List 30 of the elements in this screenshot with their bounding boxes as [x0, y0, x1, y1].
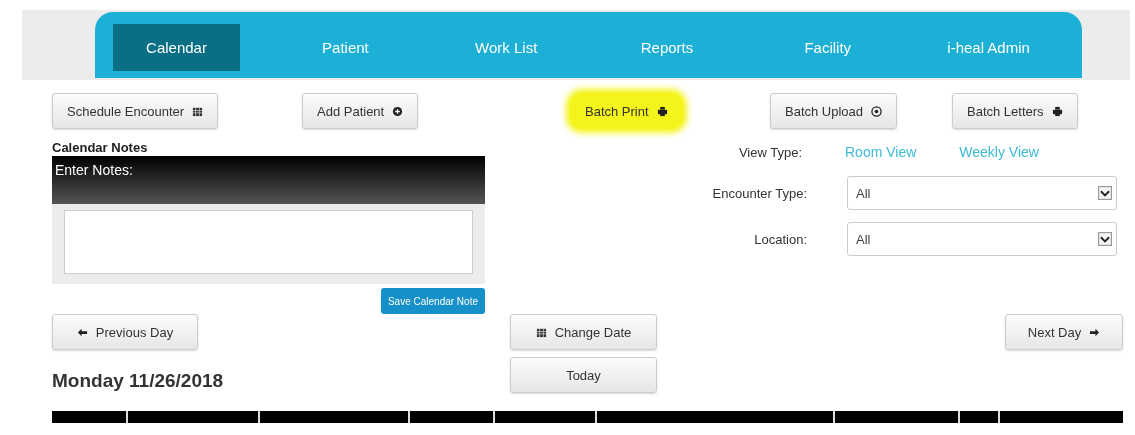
upload-icon: [871, 105, 883, 117]
arrow-left-icon: [76, 326, 88, 338]
calendar-icon: [535, 326, 547, 338]
add-patient-button[interactable]: Add Patient: [302, 93, 419, 129]
batch-print-button[interactable]: Batch Print: [570, 93, 683, 129]
dropdown[interactable]: All: [847, 222, 1117, 256]
save-note-button[interactable]: Save Calendar Note: [380, 288, 485, 314]
batch-upload-button[interactable]: Batch Upload: [770, 93, 898, 129]
nav-tab[interactable]: Calendar: [113, 23, 240, 71]
next-day-button[interactable]: Next Day: [1005, 314, 1123, 350]
notes-header: Enter Notes:: [52, 156, 485, 204]
change-date-button[interactable]: Change Date: [510, 314, 657, 350]
date-heading: Monday 11/26/2018: [52, 370, 224, 392]
field-label: View Type:: [737, 144, 802, 160]
schedule-encounter-button[interactable]: Schedule Encounter: [52, 93, 219, 129]
dropdown[interactable]: All: [847, 176, 1117, 210]
today-button[interactable]: Today: [510, 357, 657, 393]
print-icon: [1051, 105, 1063, 117]
print-icon: [656, 105, 668, 117]
previous-day-button[interactable]: Previous Day: [52, 314, 198, 350]
batch-letters-button[interactable]: Batch Letters: [952, 93, 1078, 129]
add-icon: [392, 105, 404, 117]
arrow-right-icon: [1089, 326, 1101, 338]
field-label: Location:: [753, 231, 807, 247]
dropdown-icon: [1098, 232, 1112, 246]
dropdown-icon: [1098, 186, 1112, 200]
section-title: Calendar Notes: [52, 140, 149, 156]
field-label: Encounter Type:: [711, 185, 807, 201]
notes-field[interactable]: [64, 210, 473, 274]
calendar-icon: [192, 105, 204, 117]
